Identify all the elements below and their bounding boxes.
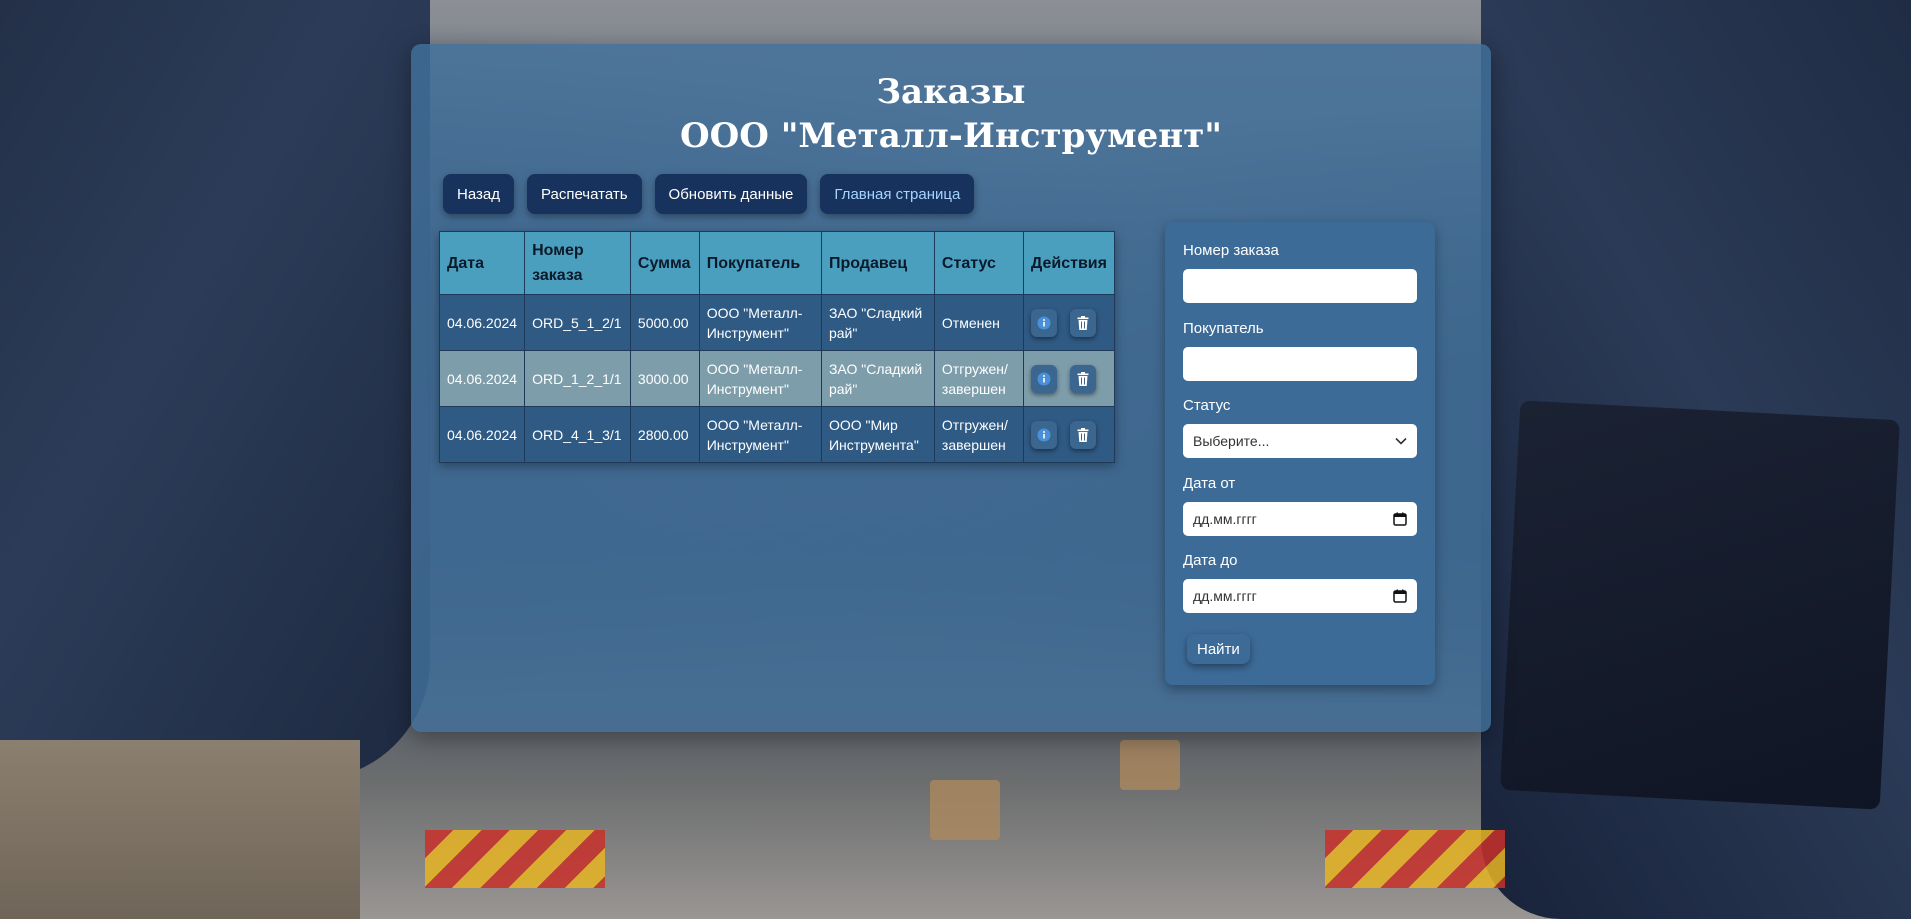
- table-row: 04.06.2024 ORD_1_2_1/1 3000.00 ООО "Мета…: [438, 350, 1116, 407]
- print-button[interactable]: Распечатать: [526, 174, 642, 214]
- background-person-left: [0, 0, 430, 780]
- info-circle-icon: [1037, 428, 1051, 441]
- background-box: [1120, 740, 1180, 790]
- cell-date: 04.06.2024: [438, 350, 526, 407]
- date-to-input[interactable]: дд.мм.гггг: [1183, 579, 1417, 613]
- column-header-buyer: Покупатель: [698, 231, 822, 295]
- info-button[interactable]: [1030, 364, 1057, 393]
- table-row: 04.06.2024 ORD_4_1_3/1 2800.00 ООО "Мета…: [438, 406, 1116, 463]
- cell-buyer: ООО "Металл-Инструмент": [698, 406, 822, 463]
- cell-seller: ЗАО "Сладкий рай": [820, 294, 935, 351]
- cell-number: ORD_4_1_3/1: [524, 406, 631, 463]
- cell-sum: 5000.00: [629, 294, 700, 351]
- status-select-value: Выберите...: [1193, 433, 1270, 449]
- cell-status: Отгружен/ завершен: [933, 350, 1024, 407]
- background-folder: [1500, 400, 1900, 810]
- cell-actions: [1022, 350, 1116, 407]
- buyer-input[interactable]: [1183, 347, 1417, 381]
- find-button[interactable]: Найти: [1187, 634, 1250, 664]
- info-button[interactable]: [1030, 308, 1057, 337]
- info-circle-icon: [1037, 316, 1051, 329]
- order-number-label: Номер заказа: [1183, 242, 1279, 259]
- calendar-icon[interactable]: [1393, 512, 1407, 526]
- cell-date: 04.06.2024: [438, 294, 526, 351]
- trash-icon: [1077, 427, 1089, 442]
- delete-button[interactable]: [1069, 308, 1096, 337]
- order-number-input[interactable]: [1183, 269, 1417, 303]
- info-button[interactable]: [1030, 420, 1057, 449]
- cell-seller: ООО "Мир Инструмента": [820, 406, 935, 463]
- date-from-placeholder: дд.мм.гггг: [1193, 511, 1257, 527]
- table-row: 04.06.2024 ORD_5_1_2/1 5000.00 ООО "Мета…: [438, 294, 1116, 351]
- background-stripe-left: [425, 830, 605, 888]
- info-circle-icon: [1037, 372, 1051, 385]
- calendar-icon[interactable]: [1393, 589, 1407, 603]
- orders-table: Дата Номер заказа Сумма Покупатель Прода…: [438, 231, 1116, 463]
- cell-status: Отгружен/ завершен: [933, 406, 1024, 463]
- back-button[interactable]: Назад: [443, 174, 514, 214]
- page-title: Заказы ООО "Металл-Инструмент": [411, 70, 1491, 158]
- column-header-seller: Продавец: [820, 231, 935, 295]
- buyer-label: Покупатель: [1183, 320, 1264, 337]
- cell-buyer: ООО "Металл-Инструмент": [698, 294, 822, 351]
- date-to-label: Дата до: [1183, 552, 1238, 569]
- trash-icon: [1077, 315, 1089, 330]
- status-label: Статус: [1183, 397, 1231, 414]
- cell-number: ORD_5_1_2/1: [524, 294, 631, 351]
- cell-number: ORD_1_2_1/1: [524, 350, 631, 407]
- orders-panel: Заказы ООО "Металл-Инструмент" Назад Рас…: [411, 44, 1491, 732]
- background-box: [930, 780, 1000, 840]
- cell-status: Отменен: [933, 294, 1024, 351]
- column-header-sum: Сумма: [629, 231, 700, 295]
- cell-sum: 3000.00: [629, 350, 700, 407]
- cell-actions: [1022, 294, 1116, 351]
- column-header-date: Дата: [438, 231, 526, 295]
- trash-icon: [1077, 371, 1089, 386]
- refresh-button[interactable]: Обновить данные: [654, 174, 808, 214]
- date-from-input[interactable]: дд.мм.гггг: [1183, 502, 1417, 536]
- column-header-actions: Действия: [1022, 231, 1116, 295]
- background-pants-left: [0, 740, 360, 919]
- filter-panel: Номер заказа Покупатель Статус Выберите.…: [1165, 222, 1435, 685]
- delete-button[interactable]: [1069, 420, 1096, 449]
- cell-buyer: ООО "Металл-Инструмент": [698, 350, 822, 407]
- column-header-number: Номер заказа: [524, 231, 631, 295]
- column-header-status: Статус: [933, 231, 1024, 295]
- table-header-row: Дата Номер заказа Сумма Покупатель Прода…: [438, 231, 1116, 295]
- toolbar: Назад Распечатать Обновить данные Главна…: [443, 174, 975, 214]
- cell-sum: 2800.00: [629, 406, 700, 463]
- page-title-line2: ООО "Металл-Инструмент": [680, 116, 1222, 156]
- date-to-placeholder: дд.мм.гггг: [1193, 588, 1257, 604]
- cell-seller: ЗАО "Сладкий рай": [820, 350, 935, 407]
- delete-button[interactable]: [1069, 364, 1096, 393]
- status-select[interactable]: Выберите...: [1183, 424, 1417, 458]
- page-title-line1: Заказы: [876, 72, 1026, 112]
- date-from-label: Дата от: [1183, 475, 1236, 492]
- cell-actions: [1022, 406, 1116, 463]
- chevron-down-icon: [1395, 437, 1407, 445]
- home-button[interactable]: Главная страница: [820, 174, 975, 214]
- background-stripe-right: [1325, 830, 1505, 888]
- cell-date: 04.06.2024: [438, 406, 526, 463]
